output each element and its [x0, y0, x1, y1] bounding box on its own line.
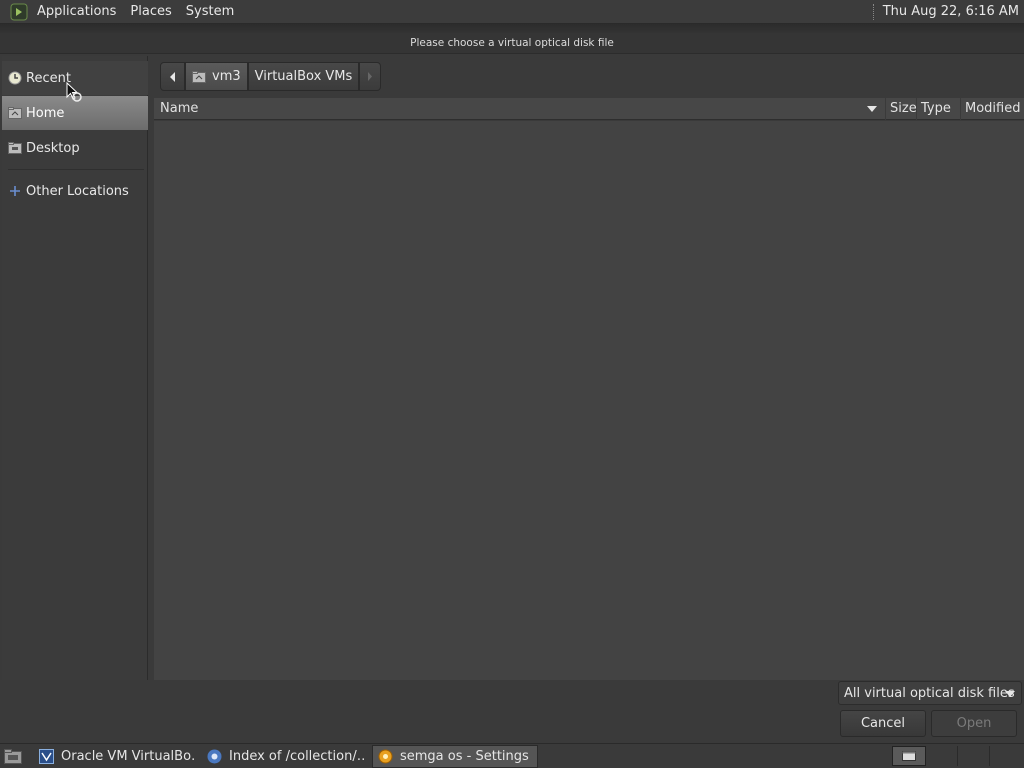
mouse-pointer-icon — [66, 81, 82, 106]
task-label: Oracle VM VirtualBo… — [61, 748, 194, 764]
task-label: Index of /collection/… — [229, 748, 364, 764]
path-segment-label: vm3 — [212, 69, 241, 84]
column-header-size[interactable]: Size — [886, 97, 917, 120]
top-panel: Applications Places System Thu Aug 22, 6… — [0, 0, 1024, 24]
taskbar: Oracle VM VirtualBo… Index of /collectio… — [0, 743, 1024, 768]
task-label: semga os - Settings — [400, 748, 529, 764]
sidebar-separator — [8, 169, 144, 170]
sidebar-item-label: Recent — [26, 70, 71, 86]
places-sidebar: Recent Home Desktop Other Locations — [2, 56, 148, 680]
settings-gear-icon — [377, 748, 393, 764]
home-folder-icon — [192, 70, 206, 83]
sort-descending-icon — [867, 105, 877, 112]
sidebar-item-other-locations[interactable]: Other Locations — [2, 174, 148, 208]
recent-icon — [7, 71, 22, 86]
path-segment-label: VirtualBox VMs — [254, 69, 353, 84]
open-button[interactable]: Open — [931, 710, 1017, 737]
panel-separator — [872, 3, 875, 20]
chevron-right-icon — [368, 72, 373, 81]
path-segment-vm3[interactable]: vm3 — [185, 62, 248, 91]
task-virtualbox[interactable]: Oracle VM VirtualBo… — [34, 745, 194, 768]
workspace-3[interactable] — [958, 746, 990, 766]
home-folder-icon — [7, 106, 22, 121]
distro-logo-icon[interactable] — [8, 1, 30, 23]
column-header-modified[interactable]: Modified — [961, 98, 1024, 120]
workspace-2[interactable] — [926, 746, 958, 766]
sidebar-item-label: Desktop — [26, 140, 80, 156]
workspace-4[interactable] — [990, 746, 1022, 766]
sidebar-item-label: Other Locations — [26, 183, 129, 199]
sidebar-item-label: Home — [26, 105, 65, 121]
chevron-down-icon — [1005, 691, 1015, 697]
workspace-switcher-active[interactable] — [892, 746, 926, 766]
dialog-title: Please choose a virtual optical disk fil… — [0, 33, 1024, 54]
menu-applications[interactable]: Applications — [30, 0, 123, 24]
show-desktop-icon — [4, 748, 22, 764]
column-header-label: Name — [160, 100, 199, 116]
task-settings[interactable]: semga os - Settings — [372, 744, 538, 768]
column-header-name[interactable]: Name — [154, 97, 886, 120]
file-list[interactable] — [154, 121, 1024, 680]
window-titlebar-edge — [0, 24, 1024, 33]
workspace-window-icon — [902, 751, 916, 761]
sidebar-item-desktop[interactable]: Desktop — [2, 131, 148, 165]
file-type-filter-value: All virtual optical disk files — [844, 685, 1015, 701]
file-chooser-dialog: Please choose a virtual optical disk fil… — [0, 24, 1024, 742]
column-header-type[interactable]: Type — [917, 97, 961, 120]
plus-icon — [7, 184, 22, 199]
task-chrome[interactable]: Index of /collection/… — [202, 745, 364, 768]
menu-system[interactable]: System — [179, 0, 241, 24]
chrome-icon — [206, 748, 222, 764]
chevron-left-icon — [169, 71, 175, 82]
path-forward-button[interactable] — [359, 62, 382, 91]
show-desktop-button[interactable] — [0, 744, 26, 768]
cancel-button[interactable]: Cancel — [840, 710, 926, 737]
file-list-header: Name Size Type Modified — [154, 97, 1024, 120]
clock[interactable]: Thu Aug 22, 6:16 AM — [883, 4, 1024, 19]
path-segment-virtualbox-vms[interactable]: VirtualBox VMs — [247, 62, 360, 91]
path-bar: vm3 VirtualBox VMs — [160, 62, 382, 91]
desktop-folder-icon — [7, 141, 22, 156]
file-type-filter[interactable]: All virtual optical disk files — [838, 681, 1022, 705]
virtualbox-icon — [38, 748, 54, 764]
menu-places[interactable]: Places — [123, 0, 178, 24]
path-back-button[interactable] — [160, 62, 185, 91]
